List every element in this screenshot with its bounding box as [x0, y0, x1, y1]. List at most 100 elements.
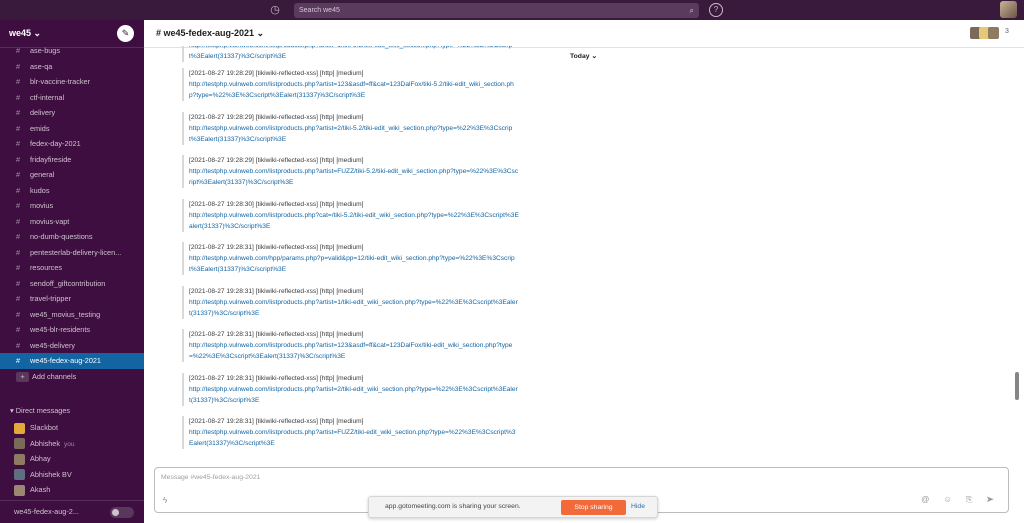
message-link[interactable]: http://testphp.vulnweb.com/listproducts.… — [189, 384, 519, 406]
channel-label: movius-vapt — [30, 216, 70, 226]
scrollbar-thumb[interactable] — [1015, 372, 1019, 400]
hash-icon: # — [16, 139, 21, 148]
member-avatars[interactable]: 3 — [970, 27, 1014, 41]
message-link[interactable]: http://testphp.vulnweb.com/listproducts.… — [189, 297, 519, 319]
sidebar-channel[interactable]: # ase-qa — [0, 59, 144, 75]
search-input[interactable]: Search we45 ⌕ — [294, 3, 699, 18]
channel-label: ctf-internal — [30, 92, 65, 102]
sidebar-channel[interactable]: # no-dumb-questions — [0, 229, 144, 245]
sidebar-channel[interactable]: # kudos — [0, 183, 144, 199]
huddle-toggle[interactable] — [110, 507, 134, 518]
channel-label: ase-qa — [30, 61, 53, 71]
hash-icon: # — [16, 247, 21, 257]
message-header: [2021-08-27 19:28:31] [tikiwiki-reflecte… — [189, 374, 364, 382]
composer-placeholder: Message #we45-fedex-aug-2021 — [161, 474, 261, 481]
hash-icon: # — [16, 201, 21, 210]
channel-label: pentesterlab-delivery-licen... — [30, 247, 122, 257]
message-header: [2021-08-27 19:28:29] [tikiwiki-reflecte… — [189, 70, 364, 77]
message-block: [2021-08-27 19:28:31] [tikiwiki-reflecte… — [182, 372, 922, 406]
channel-label: fedex-day-2021 — [30, 139, 81, 148]
sidebar-channel[interactable]: # fedex-day-2021 — [0, 136, 144, 152]
sidebar-channel[interactable]: # we45-delivery — [0, 338, 144, 354]
sidebar-channel[interactable]: # general — [0, 167, 144, 183]
message-link[interactable]: http://testphp.vulnweb.com/listproducts.… — [189, 427, 519, 449]
channel-title[interactable]: # we45-fedex-aug-2021 ⌄ — [156, 28, 264, 39]
channel-label: we45-blr-residents — [30, 325, 91, 334]
dm-item[interactable]: Abhishek BV — [0, 467, 144, 483]
message-block: [2021-08-27 19:28:31] [tikiwiki-reflecte… — [182, 416, 922, 449]
sidebar-channel[interactable]: # emids — [0, 121, 144, 137]
history-clock-icon[interactable]: ◷ — [268, 3, 282, 17]
sidebar-channel[interactable]: # ctf-internal — [0, 90, 144, 106]
help-icon[interactable]: ? — [709, 3, 723, 17]
message-link[interactable]: http://testphp.vulnweb.com/listproducts.… — [189, 46, 519, 62]
channel-label: emids — [30, 123, 50, 133]
search-placeholder: Search we45 — [299, 7, 340, 14]
sidebar-channel[interactable]: # resources — [0, 260, 144, 276]
channel-label: kudos — [30, 185, 50, 195]
stop-sharing-button[interactable]: Stop sharing — [561, 500, 626, 515]
dm-avatar — [14, 469, 25, 481]
message-link[interactable]: http://testphp.vulnweb.com/hpp/params.ph… — [189, 253, 519, 275]
hash-icon: # — [16, 92, 21, 102]
sidebar-channel[interactable]: # we45-fedex-aug-2021 — [0, 353, 144, 369]
add-channels-button[interactable]: + Add channels — [0, 369, 144, 385]
hash-icon: # — [16, 325, 21, 334]
sidebar-channel[interactable]: # movius-vapt — [0, 214, 144, 230]
sidebar-channel[interactable]: # we45-blr-residents — [0, 322, 144, 338]
screen-share-bar: app.gotomeeting.com is sharing your scre… — [368, 496, 658, 518]
dm-list: Slackbot Abhishek you Abhay Abhishek BV Akash — [0, 420, 144, 498]
dm-avatar — [14, 484, 25, 496]
channel-label: general — [30, 170, 55, 179]
sidebar-channel[interactable]: # fridayfireside — [0, 152, 144, 168]
hash-icon: # — [16, 108, 21, 117]
dm-item[interactable]: Slackbot — [0, 420, 144, 436]
message-block: [2021-08-27 19:28:30] [tikiwiki-reflecte… — [182, 198, 922, 232]
message-header: [2021-08-27 19:28:31] [tikiwiki-reflecte… — [189, 244, 364, 251]
hash-icon: # — [16, 170, 21, 179]
dm-item[interactable]: Abhishek you — [0, 436, 144, 452]
sidebar-channel[interactable]: # movius — [0, 198, 144, 214]
sidebar-channel[interactable]: # we45_movius_testing — [0, 307, 144, 323]
message-header: [2021-08-27 19:28:31] [tikiwiki-reflecte… — [189, 287, 364, 295]
message-link[interactable]: http://testphp.vulnweb.com/listproducts.… — [189, 79, 519, 101]
message-block: [2021-08-27 19:28:31] [tikiwiki-reflecte… — [182, 329, 922, 362]
sidebar-channel[interactable]: # travel-tripper — [0, 291, 144, 307]
message-link[interactable]: http://testphp.vulnweb.com/listproducts.… — [189, 166, 519, 188]
sidebar-channel[interactable]: # blr-vaccine-tracker — [0, 74, 144, 90]
dm-item[interactable]: Abhay — [0, 451, 144, 467]
composer-tools[interactable]: @ ☺ ⎘ ➤ — [921, 495, 1000, 505]
message-block: [2021-08-27 19:28:31] [tikiwiki-reflecte… — [182, 285, 922, 319]
hash-icon: # — [16, 309, 21, 319]
sidebar-channel[interactable]: # pentesterlab-delivery-licen... — [0, 245, 144, 261]
channel-label: resources — [30, 263, 63, 272]
dm-you-tag: you — [64, 440, 75, 448]
message-link[interactable]: http://testphp.vulnweb.com/listproducts.… — [189, 340, 519, 362]
direct-messages-header[interactable]: ▾ Direct messages — [0, 404, 144, 418]
compose-icon[interactable]: ✎ — [117, 25, 134, 42]
hash-icon: # — [16, 77, 21, 86]
hide-link[interactable]: Hide — [631, 503, 645, 510]
huddle-bar[interactable]: we45-fedex-aug-2... — [0, 500, 144, 523]
channel-label: sendoff_giftcontribution — [30, 278, 106, 288]
message-link[interactable]: http://testphp.vulnweb.com/listproducts.… — [189, 210, 519, 232]
hash-icon: # — [16, 340, 21, 350]
top-bar: ◷ Search we45 ⌕ ? — [0, 0, 1024, 20]
user-avatar[interactable] — [1000, 1, 1017, 18]
sidebar-channel[interactable]: # delivery — [0, 105, 144, 121]
message-link[interactable]: http://testphp.vulnweb.com/listproducts.… — [189, 123, 519, 145]
channel-list: # ase-bugs # ase-qa # blr-vaccine-tracker # ctf… — [0, 43, 144, 384]
dm-name: Abhay — [30, 454, 51, 463]
hash-icon: # — [16, 216, 21, 226]
sidebar-channel[interactable]: # ase-bugs — [0, 43, 144, 59]
dm-item[interactable]: Akash — [0, 482, 144, 498]
dm-avatar — [14, 422, 25, 434]
sidebar-channel[interactable]: # sendoff_giftcontribution — [0, 276, 144, 292]
channel-label: travel-tripper — [30, 294, 71, 303]
message-header: [2021-08-27 19:28:30] [tikiwiki-reflecte… — [189, 200, 364, 208]
shortcuts-icon[interactable]: ϟ — [163, 496, 167, 505]
workspace-name[interactable]: we45 ⌄ — [9, 28, 41, 39]
channel-label: we45-delivery — [30, 340, 76, 350]
hash-icon: # — [16, 46, 21, 55]
message-block: [2021-08-27 19:28:29] [tikiwiki-reflecte… — [182, 155, 922, 188]
